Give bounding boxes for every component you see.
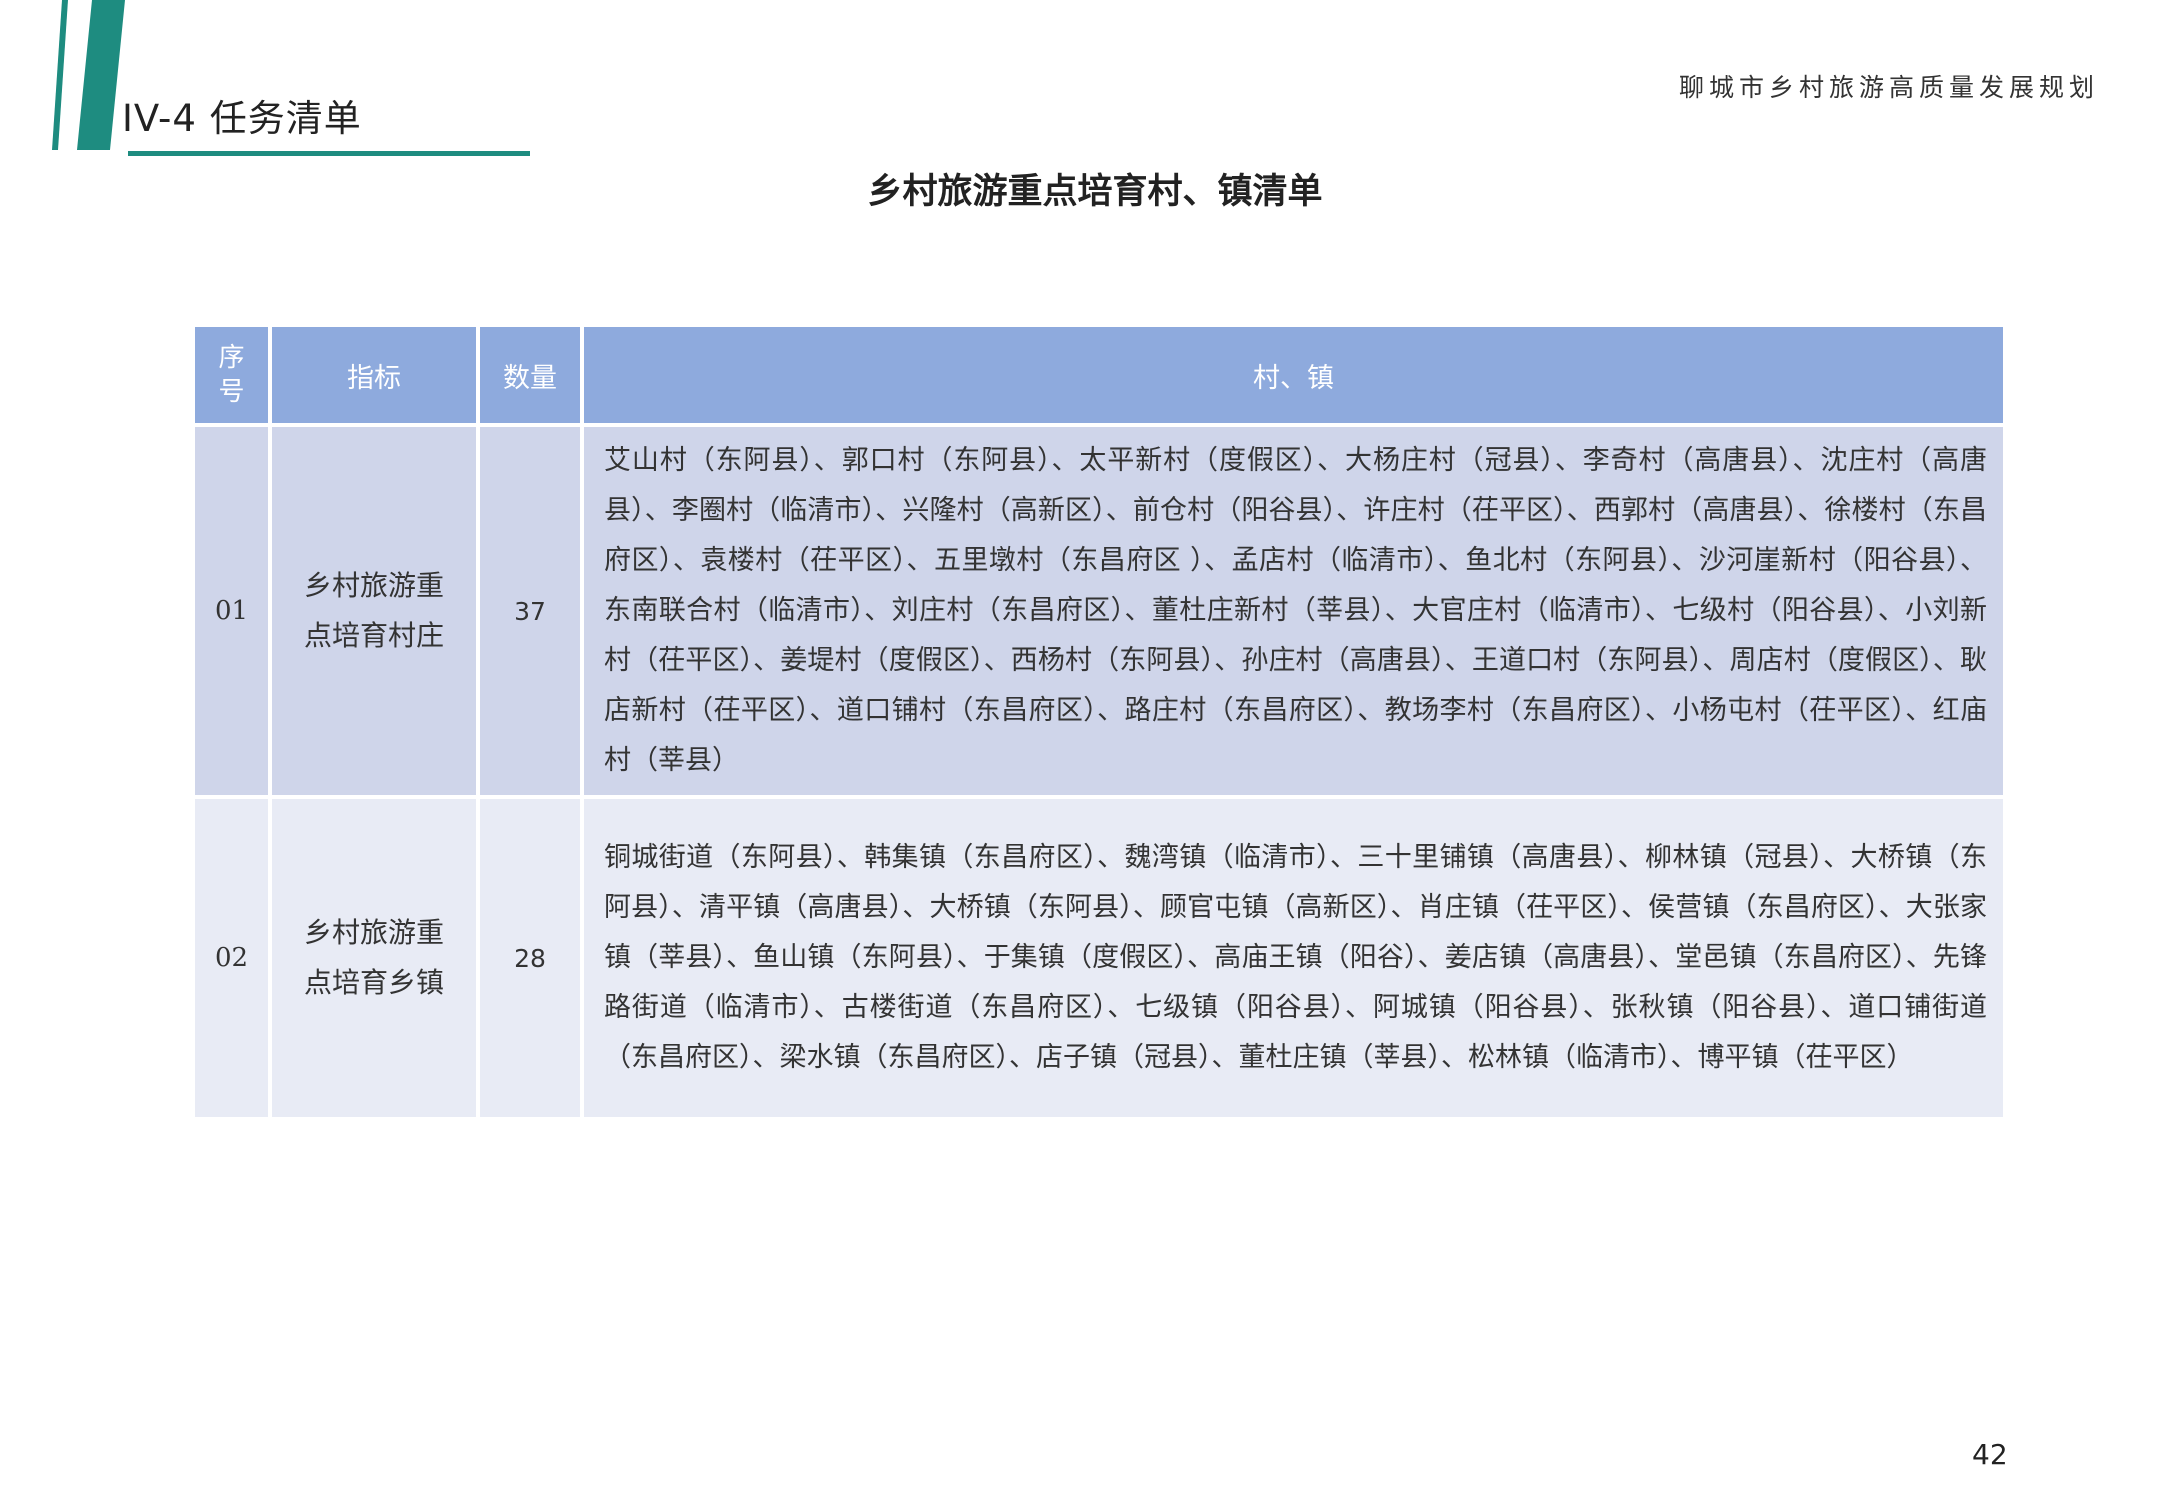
cell-seq: 01 [195, 427, 268, 795]
cell-village-list: 艾山村（东阿县）、郭口村（东阿县）、太平新村（度假区）、大杨庄村（冠县）、李奇村… [584, 427, 2003, 795]
cell-indicator: 乡村旅游重点培育村庄 [272, 427, 476, 795]
column-header-seq-text: 序号 [218, 343, 245, 407]
document-title: 聊城市乡村旅游高质量发展规划 [1678, 73, 2099, 102]
cell-count: 37 [480, 427, 580, 795]
cell-indicator: 乡村旅游重点培育乡镇 [272, 799, 476, 1117]
table-title: 乡村旅游重点培育村、镇清单 [867, 172, 1323, 212]
column-header-indicator: 指标 [272, 327, 476, 423]
teal-stripe-thick [77, 0, 125, 150]
teal-stripe-thin [52, 0, 68, 150]
column-header-seq: 序号 [195, 327, 268, 423]
teal-underline [128, 151, 530, 156]
cell-seq: 02 [195, 799, 268, 1117]
cell-indicator-text: 乡村旅游重点培育村庄 [303, 569, 444, 652]
table-row: 01 乡村旅游重点培育村庄 37 艾山村（东阿县）、郭口村（东阿县）、太平新村（… [195, 427, 2003, 795]
task-table: 序号 指标 数量 村、镇 01 乡村旅游重点培育村庄 37 艾山村（东阿县）、郭… [191, 323, 2007, 1121]
column-header-count: 数量 [480, 327, 580, 423]
cell-count: 28 [480, 799, 580, 1117]
cell-town-list: 铜城街道（东阿县）、韩集镇（东昌府区）、魏湾镇（临清市）、三十里铺镇（高唐县）、… [584, 799, 2003, 1117]
table-header-row: 序号 指标 数量 村、镇 [195, 327, 2003, 423]
column-header-villages: 村、镇 [584, 327, 2003, 423]
table-row: 02 乡村旅游重点培育乡镇 28 铜城街道（东阿县）、韩集镇（东昌府区）、魏湾镇… [195, 799, 2003, 1117]
cell-indicator-text: 乡村旅游重点培育乡镇 [303, 916, 444, 999]
section-heading: IV-4 任务清单 [122, 97, 362, 140]
page-number: 42 [1972, 1438, 2008, 1471]
